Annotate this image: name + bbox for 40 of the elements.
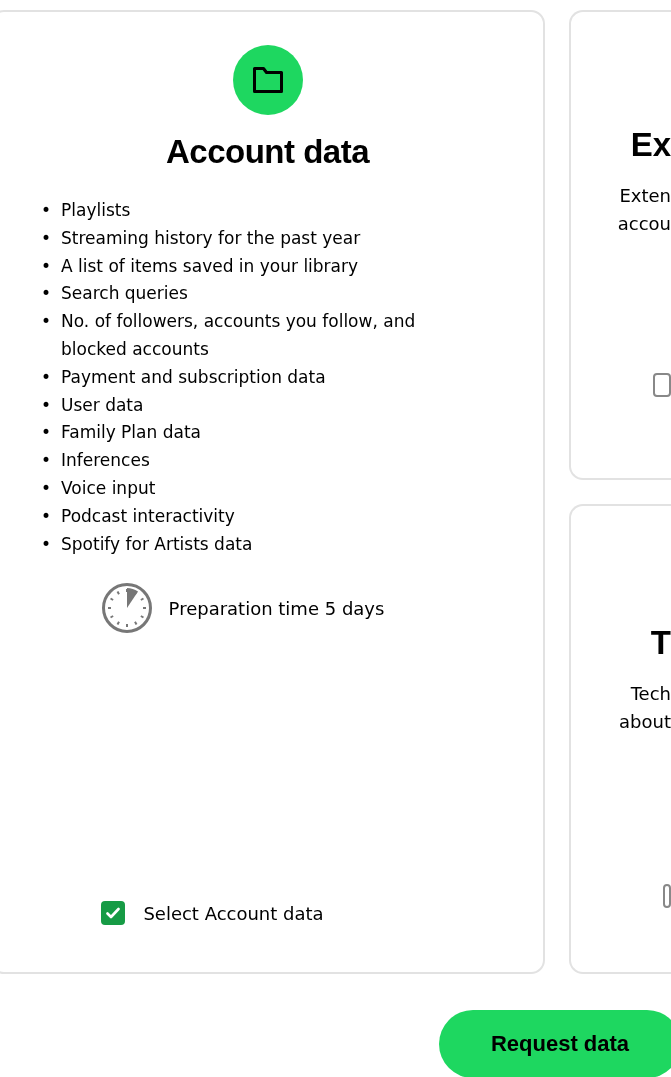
list-item: Inferences (61, 449, 150, 473)
list-item: Voice input (61, 476, 156, 500)
check-icon (106, 907, 121, 919)
list-item: A list of items saved in your library (61, 254, 359, 278)
card-title: Account data (166, 133, 369, 171)
bullet: • (41, 226, 53, 250)
clock-icon (100, 582, 153, 635)
bullet: • (41, 421, 53, 445)
card-description: Tech (630, 682, 671, 706)
list-item: Search queries (61, 282, 188, 306)
card-description: about (619, 710, 671, 734)
list-item: No. of followers, accounts you follow, and blocked accounts (61, 310, 417, 361)
bullet: • (41, 449, 53, 473)
bullet: • (41, 393, 53, 417)
list-item: Spotify for Artists data (61, 532, 253, 556)
list-item: Family Plan data (61, 421, 201, 445)
bullet: • (41, 199, 53, 222)
list-item: User data (61, 393, 144, 417)
checkbox[interactable] (663, 884, 671, 908)
card-description: Exten (619, 184, 671, 208)
bullet: • (41, 310, 53, 334)
list-item: Playlists (61, 199, 131, 222)
bullet: • (41, 504, 53, 528)
card-description: accou (617, 212, 671, 236)
folder-icon (251, 66, 284, 94)
bullet: • (41, 254, 53, 278)
bullet: • (41, 532, 53, 556)
bullet: • (41, 476, 53, 500)
bullet: • (41, 282, 53, 306)
list-item: Podcast interactivity (61, 504, 235, 528)
checkbox[interactable] (101, 901, 126, 925)
checkbox-label: Select Account data (143, 902, 324, 924)
card-title: T (650, 624, 671, 662)
card-title: Ex (630, 126, 671, 164)
list-item: Payment and subscription data (61, 365, 326, 389)
list-item: Streaming history for the past year (61, 226, 361, 250)
preparation-time: Preparation time 5 days (168, 597, 385, 619)
checkbox[interactable] (653, 373, 671, 397)
request-data-button[interactable]: Request data (439, 1010, 671, 1077)
bullet: • (41, 365, 53, 389)
